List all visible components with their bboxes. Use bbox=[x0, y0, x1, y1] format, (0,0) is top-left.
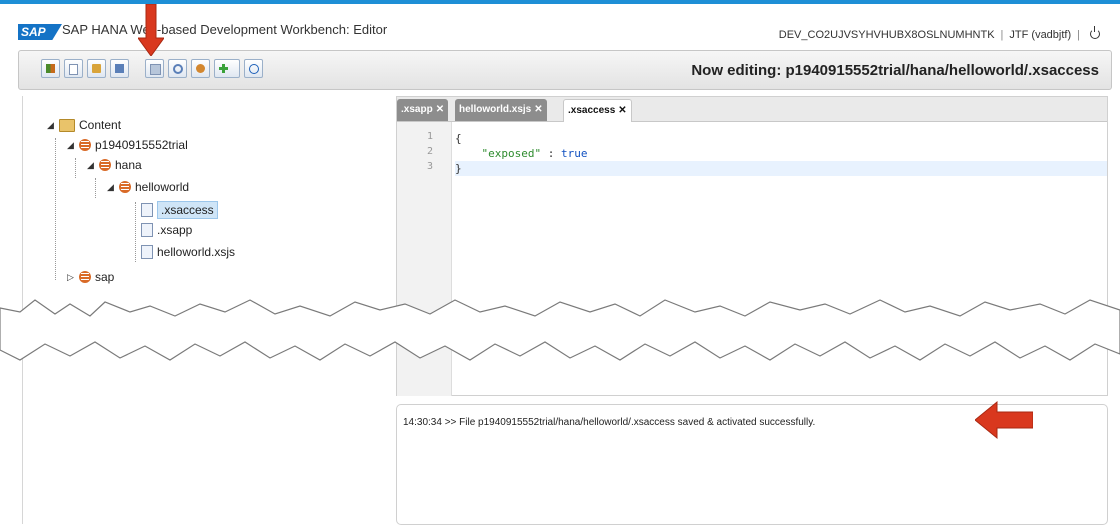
tree-node-sap[interactable]: ▷ sap bbox=[67, 270, 114, 284]
info-icon[interactable] bbox=[244, 59, 263, 78]
json-value: true bbox=[560, 147, 588, 160]
editor-tabs: .xsapp ✕ helloworld.xsjs ✕ .xsaccess ✕ bbox=[397, 97, 1107, 122]
tree-node-label: p1940915552trial bbox=[95, 138, 188, 152]
user-area: DEV_CO2UJVSYHVHUBX8OSLNUMHNTK | JTF (vadbj… bbox=[778, 26, 1100, 41]
tree-node-label: helloworld.xsjs bbox=[157, 245, 236, 259]
code-line[interactable]: { bbox=[455, 131, 1107, 146]
toolbar-bar: Now editing: p1940915552trial/hana/hello… bbox=[18, 50, 1112, 90]
user-name[interactable]: JTF (vadbjtf) bbox=[1009, 29, 1071, 41]
now-editing-label: Now editing: p1940915552trial/hana/hello… bbox=[691, 62, 1099, 79]
package-icon bbox=[79, 271, 91, 283]
copy-icon[interactable] bbox=[145, 59, 164, 78]
separator: | bbox=[1077, 29, 1080, 41]
torn-paper-break bbox=[0, 299, 1120, 361]
tree-node-label: Content bbox=[79, 118, 122, 132]
search-icon[interactable] bbox=[168, 59, 187, 78]
tree-node-helloworld[interactable]: ◢ helloworld bbox=[107, 180, 189, 194]
tree-node-helloworld-xsjs[interactable]: helloworld.xsjs bbox=[141, 245, 235, 259]
tab-helloworld-xsjs[interactable]: helloworld.xsjs ✕ bbox=[455, 99, 547, 121]
package-icon bbox=[119, 181, 131, 193]
json-key: "exposed" bbox=[481, 147, 542, 160]
tree-node-label-selected: .xsaccess bbox=[157, 201, 218, 219]
file-icon bbox=[141, 245, 153, 259]
collapse-icon[interactable]: ◢ bbox=[67, 140, 75, 151]
tree-node-content[interactable]: ◢ Content bbox=[47, 118, 121, 132]
close-icon[interactable]: ✕ bbox=[534, 104, 542, 115]
file-icon bbox=[141, 203, 153, 217]
tree-node-package[interactable]: ◢ p1940915552trial bbox=[67, 138, 188, 152]
collapse-icon[interactable]: ◢ bbox=[47, 120, 55, 131]
json-separator: : bbox=[541, 147, 561, 160]
tab-xsapp[interactable]: .xsapp ✕ bbox=[397, 99, 449, 121]
save-icon[interactable] bbox=[110, 59, 129, 78]
synchronize-icon[interactable] bbox=[41, 59, 60, 78]
tree-node-label: .xsapp bbox=[157, 223, 193, 237]
collapse-icon[interactable]: ◢ bbox=[87, 160, 95, 171]
folder-icon bbox=[59, 118, 75, 132]
annotation-arrow-save bbox=[138, 4, 164, 56]
separator: | bbox=[1000, 29, 1004, 41]
tree-node-xsaccess[interactable]: .xsaccess bbox=[141, 201, 218, 219]
package-icon bbox=[79, 139, 91, 151]
file-icon bbox=[141, 223, 153, 237]
code-line[interactable]: "exposed" : true bbox=[455, 146, 1107, 161]
add-icon[interactable] bbox=[214, 59, 240, 78]
tree-node-label: sap bbox=[95, 270, 115, 284]
tree-connector bbox=[75, 158, 76, 178]
sap-logo: SAP bbox=[18, 24, 62, 40]
system-id: DEV_CO2UJVSYHVHUBX8OSLNUMHNTK bbox=[778, 29, 995, 41]
tree-node-hana[interactable]: ◢ hana bbox=[87, 158, 142, 172]
settings-icon[interactable] bbox=[191, 59, 210, 78]
tree-connector bbox=[55, 138, 56, 280]
app-header: SAP SAP HANA Web-based Development Workb… bbox=[0, 4, 1120, 44]
save-all-icon[interactable] bbox=[87, 59, 106, 78]
tree-node-xsapp[interactable]: .xsapp bbox=[141, 223, 192, 237]
app-title: SAP HANA Web-based Development Workbench… bbox=[62, 22, 388, 37]
tab-xsaccess[interactable]: .xsaccess ✕ bbox=[563, 99, 632, 122]
collapse-icon[interactable]: ◢ bbox=[107, 182, 115, 193]
package-icon bbox=[99, 159, 111, 171]
console-message: 14:30:34 >> File p1940915552trial/hana/h… bbox=[403, 417, 816, 428]
new-file-icon[interactable] bbox=[64, 59, 83, 78]
toolbar bbox=[41, 59, 263, 81]
tree-node-label: hana bbox=[115, 158, 142, 172]
expand-icon[interactable]: ▷ bbox=[67, 272, 75, 283]
close-icon[interactable]: ✕ bbox=[436, 104, 444, 115]
annotation-arrow-console bbox=[975, 400, 1033, 440]
tree-connector bbox=[135, 202, 136, 262]
code-line-current[interactable]: } bbox=[455, 161, 1107, 176]
close-icon[interactable]: ✕ bbox=[618, 105, 626, 116]
line-number: 1 bbox=[426, 131, 433, 142]
line-number: 2 bbox=[426, 146, 433, 157]
tree-node-label: helloworld bbox=[135, 180, 190, 194]
tree-connector bbox=[95, 178, 96, 198]
line-number: 3 bbox=[426, 161, 433, 172]
power-icon[interactable] bbox=[1090, 26, 1100, 39]
